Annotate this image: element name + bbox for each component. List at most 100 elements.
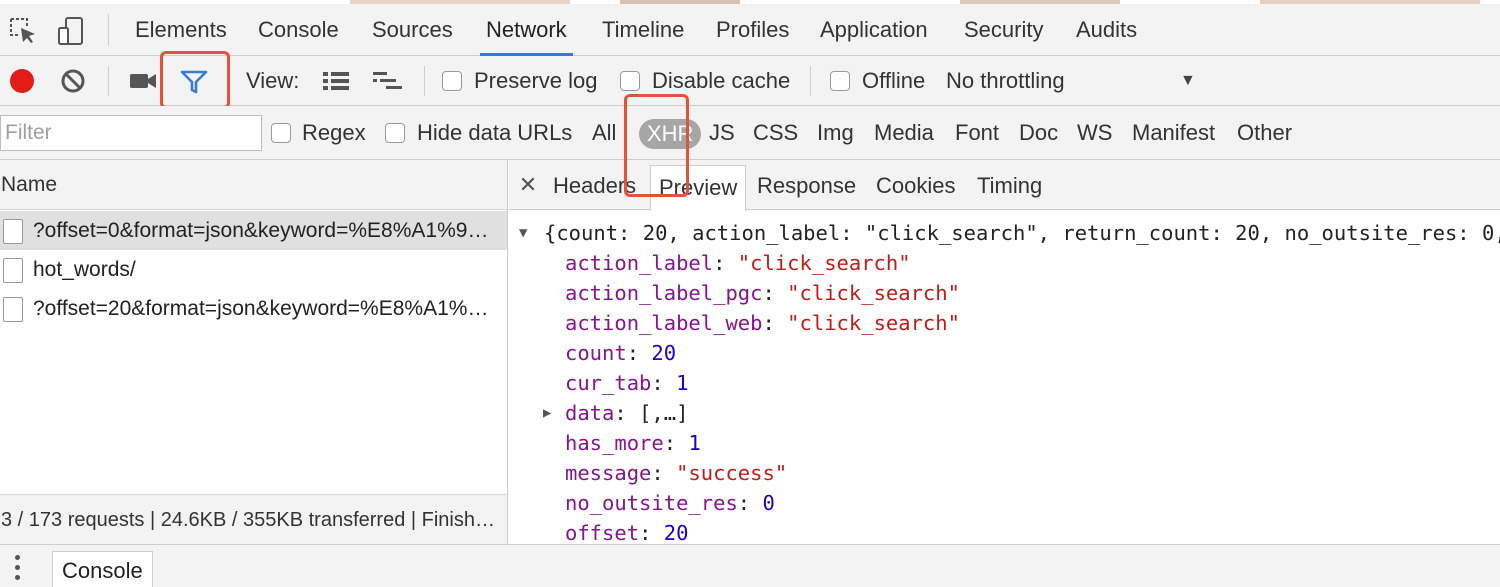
regex-label: Regex <box>302 120 366 145</box>
json-field: count: 20 <box>565 341 677 365</box>
json-value: "click_search" <box>787 281 960 305</box>
file-icon <box>3 258 23 283</box>
offline-checkbox[interactable] <box>830 71 850 91</box>
json-value: "click_search" <box>737 251 911 275</box>
json-value: 20 <box>663 521 689 544</box>
json-field: has_more: 1 <box>565 431 701 455</box>
json-field: no_outsite_res: 0 <box>565 491 775 515</box>
detail-tab-bar: ✕ Headers Preview Response Cookies Timin… <box>509 160 1500 211</box>
json-key: no_outsite_res <box>565 491 738 515</box>
tab-preview[interactable]: Preview <box>650 165 747 211</box>
json-key: data <box>565 401 615 425</box>
json-summary: {count: 20, action_label: "click_search"… <box>544 221 1500 245</box>
filter-input[interactable] <box>0 115 262 151</box>
filter-type-css[interactable]: CSS <box>753 106 798 160</box>
json-key: offset <box>565 521 640 544</box>
clear-icon[interactable] <box>60 68 86 100</box>
name-column-header[interactable]: Name <box>0 160 507 210</box>
throttling-value: No throttling <box>946 68 1065 93</box>
filter-type-manifest[interactable]: Manifest <box>1132 106 1215 160</box>
filter-type-media[interactable]: Media <box>874 106 934 160</box>
divider <box>108 14 109 46</box>
request-name: hot_words/ <box>33 258 136 281</box>
capture-screenshots-icon[interactable] <box>129 70 157 98</box>
request-row[interactable]: ?offset=0&format=json&keyword=%E8%A1%97%… <box>0 211 507 250</box>
inspect-element-icon[interactable] <box>8 16 38 52</box>
drawer-tab-console[interactable]: Console <box>52 551 153 587</box>
request-name: ?offset=0&format=json&keyword=%E8%A1%97%… <box>33 219 507 242</box>
request-name: ?offset=20&format=json&keyword=%E8%A1%97… <box>33 297 507 320</box>
json-key: action_label_pgc <box>565 281 763 305</box>
json-root-row[interactable]: ▼ {count: 20, action_label: "click_searc… <box>519 218 1500 248</box>
filter-type-xhr[interactable]: XHR <box>639 119 702 149</box>
request-row[interactable]: ?offset=20&format=json&keyword=%E8%A1%97… <box>0 289 507 328</box>
filter-type-js[interactable]: JS <box>709 106 735 160</box>
filter-type-other[interactable]: Other <box>1237 106 1292 160</box>
hide-data-urls-checkbox[interactable] <box>385 123 405 143</box>
tab-audits[interactable]: Audits <box>1076 4 1137 56</box>
tab-application[interactable]: Application <box>820 4 928 56</box>
request-row[interactable]: hot_words/ <box>0 250 507 289</box>
network-summary-status: 3 / 173 requests | 24.6KB / 355KB transf… <box>0 494 507 544</box>
tab-timing[interactable]: Timing <box>977 160 1042 210</box>
json-key: has_more <box>565 431 664 455</box>
tab-console[interactable]: Console <box>258 4 339 56</box>
filter-bar: Regex Hide data URLs All XHR JS CSS Img … <box>0 106 1500 160</box>
divider <box>810 66 811 96</box>
filter-type-ws[interactable]: WS <box>1077 106 1112 160</box>
record-icon[interactable] <box>10 69 34 93</box>
json-value: 20 <box>651 341 677 365</box>
filter-type-img[interactable]: Img <box>817 106 854 160</box>
json-key: count <box>565 341 627 365</box>
tab-response[interactable]: Response <box>757 160 856 210</box>
close-icon[interactable]: ✕ <box>517 172 539 198</box>
collapsed-triangle-icon[interactable]: ▶ <box>543 398 551 428</box>
tab-profiles[interactable]: Profiles <box>716 4 789 56</box>
json-field-collapsed[interactable]: ▶ data: [,…] <box>543 398 688 428</box>
devtools-tab-bar: Elements Console Sources Network Timelin… <box>0 4 1500 56</box>
json-key: action_label <box>565 251 714 275</box>
filter-type-font[interactable]: Font <box>955 106 999 160</box>
tab-network[interactable]: Network <box>480 4 573 56</box>
json-field: action_label_web: "click_search" <box>565 311 960 335</box>
device-toolbar-icon[interactable] <box>56 16 86 52</box>
json-value: 1 <box>676 371 689 395</box>
json-key: action_label_web <box>565 311 763 335</box>
file-icon <box>3 297 23 322</box>
expanded-triangle-icon[interactable]: ▼ <box>519 218 527 248</box>
regex-checkbox[interactable] <box>271 123 291 143</box>
view-label: View: <box>246 68 300 93</box>
json-field: cur_tab: 1 <box>565 371 689 395</box>
waterfall-view-icon[interactable] <box>372 70 404 98</box>
preserve-log-label: Preserve log <box>474 68 598 93</box>
preserve-log-checkbox[interactable] <box>442 71 462 91</box>
filter-type-doc[interactable]: Doc <box>1019 106 1058 160</box>
request-detail-panel: ✕ Headers Preview Response Cookies Timin… <box>509 160 1500 544</box>
tab-sources[interactable]: Sources <box>372 4 453 56</box>
json-field: action_label_pgc: "click_search" <box>565 281 960 305</box>
large-rows-view-icon[interactable] <box>322 70 350 98</box>
disable-cache-checkbox[interactable] <box>620 71 640 91</box>
tab-elements[interactable]: Elements <box>135 4 227 56</box>
json-value: "success" <box>676 461 788 485</box>
tab-timeline[interactable]: Timeline <box>602 4 684 56</box>
tab-security[interactable]: Security <box>964 4 1043 56</box>
json-field: action_label: "click_search" <box>565 251 911 275</box>
disable-cache-label: Disable cache <box>652 68 791 93</box>
filter-icon[interactable] <box>180 69 208 101</box>
divider <box>424 66 425 96</box>
network-toolbar: View: Preserve log Disable cache Offline… <box>0 51 1500 109</box>
tab-headers[interactable]: Headers <box>553 160 636 210</box>
divider <box>108 66 109 96</box>
drawer-bar: Console <box>0 544 1500 587</box>
json-value: 1 <box>688 431 701 455</box>
json-value: "click_search" <box>787 311 960 335</box>
filter-type-all[interactable]: All <box>592 106 616 160</box>
more-options-icon[interactable] <box>14 555 20 581</box>
throttling-select[interactable]: No throttling ▼ <box>946 56 1206 106</box>
json-field: offset: 20 <box>565 521 689 544</box>
tab-cookies[interactable]: Cookies <box>876 160 955 210</box>
json-key: cur_tab <box>565 371 652 395</box>
json-value: 0 <box>762 491 775 515</box>
offline-label: Offline <box>862 68 926 93</box>
